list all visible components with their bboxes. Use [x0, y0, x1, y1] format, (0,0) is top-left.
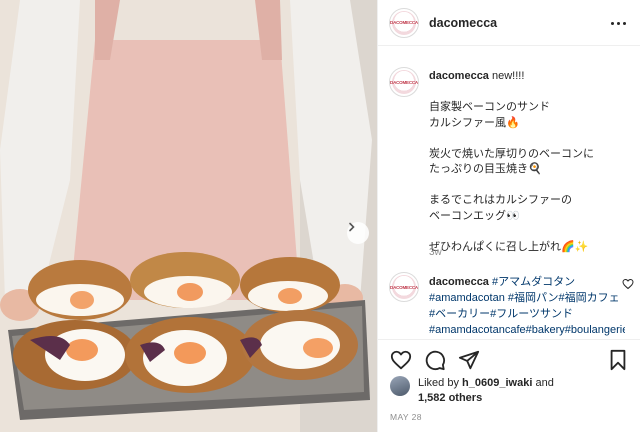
comment-like-heart-icon[interactable]: [622, 278, 634, 290]
caption-time-ago[interactable]: 3w: [429, 247, 442, 258]
post-photo[interactable]: [0, 0, 377, 432]
avatar-logo-text: DACOMECCA: [390, 284, 418, 290]
liked-by-and: and: [535, 377, 554, 389]
avatar[interactable]: DACOMECCA: [389, 272, 419, 302]
heart-icon[interactable]: [390, 349, 412, 371]
post-date[interactable]: MAY 28: [390, 412, 422, 422]
likes-summary: Liked by h_0609_iwaki and 1,582 others: [390, 376, 554, 406]
more-horizontal-icon[interactable]: [611, 16, 627, 30]
carousel-next-button[interactable]: [347, 222, 369, 244]
chevron-right-icon: [349, 222, 355, 232]
avatar-logo-text: DACOMECCA: [390, 79, 418, 85]
comments-section: DACOMECCA dacomecca new!!!! 自家製ベーコンのサンド …: [378, 47, 640, 339]
post-side-panel: DACOMECCA dacomecca DACOMECCA dacomecca …: [377, 0, 640, 432]
caption-text: new!!!! 自家製ベーコンのサンド カルシファー風🔥 炭火で焼いた厚切りのベ…: [429, 70, 594, 253]
post-header: DACOMECCA dacomecca: [378, 0, 640, 46]
bookmark-icon[interactable]: [607, 349, 629, 371]
photo-illustration: [0, 0, 377, 432]
comment-icon[interactable]: [424, 349, 446, 371]
comment-username[interactable]: dacomecca: [429, 276, 489, 288]
avatar[interactable]: DACOMECCA: [389, 7, 419, 38]
likes-count[interactable]: 1,582 others: [418, 392, 482, 404]
likes-text: Liked by h_0609_iwaki and 1,582 others: [418, 376, 554, 406]
action-icons-row: [390, 349, 480, 373]
caption-body: dacomecca new!!!! 自家製ベーコンのサンド カルシファー風🔥 炭…: [429, 69, 635, 255]
liked-by-user[interactable]: h_0609_iwaki: [462, 377, 532, 389]
liked-by-prefix: Liked by: [418, 377, 459, 389]
caption-username[interactable]: dacomecca: [429, 70, 489, 82]
avatar-logo-text: DACOMECCA: [390, 20, 418, 25]
avatar[interactable]: DACOMECCA: [389, 67, 419, 97]
post-actions: Liked by h_0609_iwaki and 1,582 others M…: [378, 339, 640, 432]
header-username[interactable]: dacomecca: [429, 16, 497, 30]
share-icon[interactable]: [458, 349, 480, 371]
liker-avatar[interactable]: [390, 376, 410, 396]
comment-body: dacomecca #アマムダコタン #amamdacotan #福岡パン#福岡…: [429, 274, 625, 336]
